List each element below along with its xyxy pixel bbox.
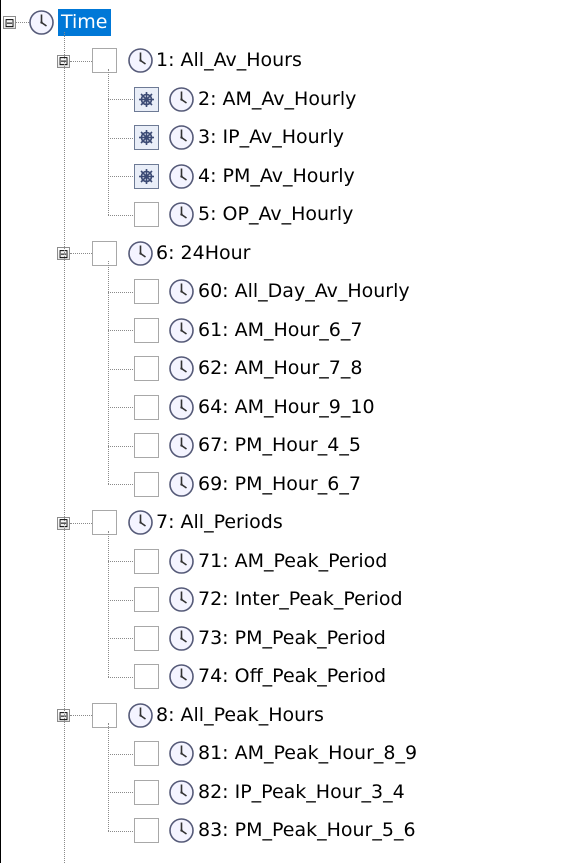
clock-icon bbox=[168, 124, 195, 151]
clock-icon bbox=[168, 663, 195, 690]
tree-leaf-item[interactable]: 73: PM_Peak_Period bbox=[198, 625, 386, 652]
connector bbox=[108, 99, 135, 100]
tree-leaf-item[interactable]: 3: IP_Av_Hourly bbox=[198, 124, 344, 151]
clock-icon bbox=[168, 817, 195, 844]
clock-icon bbox=[127, 240, 154, 267]
item-checkbox[interactable] bbox=[134, 471, 159, 497]
connector bbox=[108, 676, 135, 678]
group-checkbox[interactable] bbox=[92, 702, 117, 728]
clock-icon bbox=[168, 86, 195, 113]
connector bbox=[108, 214, 135, 216]
clock-icon bbox=[28, 9, 55, 36]
connector bbox=[108, 137, 135, 139]
connector bbox=[108, 176, 135, 177]
connector bbox=[70, 522, 92, 524]
item-checkbox[interactable] bbox=[134, 664, 159, 689]
tree-group-item[interactable]: 7: All_Periods bbox=[156, 509, 283, 536]
group-checkbox[interactable] bbox=[92, 48, 117, 73]
clock-icon bbox=[168, 586, 195, 613]
tree-leaf-item[interactable]: 2: AM_Av_Hourly bbox=[198, 86, 356, 113]
connector bbox=[108, 792, 135, 793]
tree-leaf-item[interactable]: 83: PM_Peak_Hour_5_6 bbox=[198, 817, 416, 844]
connector bbox=[108, 291, 135, 293]
item-checkbox[interactable] bbox=[134, 125, 159, 150]
tree-group-item[interactable]: 6: 24Hour bbox=[156, 240, 250, 267]
item-checkbox[interactable] bbox=[134, 818, 159, 843]
tree-leaf-item[interactable]: 72: Inter_Peak_Period bbox=[198, 586, 403, 613]
connector bbox=[108, 830, 135, 832]
item-checkbox[interactable] bbox=[134, 394, 159, 420]
tree-group-item[interactable]: 1: All_Av_Hours bbox=[156, 47, 302, 74]
item-checkbox[interactable] bbox=[134, 356, 159, 381]
connector bbox=[108, 530, 109, 677]
item-checkbox[interactable] bbox=[134, 317, 159, 343]
item-checkbox[interactable] bbox=[134, 86, 159, 112]
connector bbox=[108, 407, 135, 408]
tree-leaf-item[interactable]: 67: PM_Hour_4_5 bbox=[198, 432, 361, 459]
clock-icon bbox=[168, 278, 195, 305]
connector bbox=[108, 599, 135, 601]
tree-leaf-item[interactable]: 71: AM_Peak_Period bbox=[198, 548, 387, 575]
item-checkbox[interactable] bbox=[134, 202, 159, 227]
item-checkbox[interactable] bbox=[134, 779, 159, 805]
group-checkbox[interactable] bbox=[92, 510, 117, 535]
group-checkbox[interactable] bbox=[92, 240, 117, 266]
clock-icon bbox=[168, 432, 195, 459]
tree-leaf-item[interactable]: 74: Off_Peak_Period bbox=[198, 663, 386, 690]
tree-leaf-item[interactable]: 60: All_Day_Av_Hourly bbox=[198, 278, 410, 305]
item-checkbox[interactable] bbox=[134, 433, 159, 458]
connector bbox=[108, 723, 109, 831]
connector bbox=[70, 253, 92, 254]
item-checkbox[interactable] bbox=[134, 741, 159, 766]
clock-icon bbox=[168, 317, 195, 344]
connector bbox=[108, 330, 135, 331]
tree-leaf-item[interactable]: 4: PM_Av_Hourly bbox=[198, 163, 355, 190]
connector bbox=[108, 368, 135, 370]
tree-leaf-item[interactable]: 62: AM_Hour_7_8 bbox=[198, 355, 362, 382]
connector bbox=[108, 753, 135, 755]
tree-group-item[interactable]: 8: All_Peak_Hours bbox=[156, 702, 324, 729]
connector bbox=[108, 261, 109, 484]
clock-icon bbox=[127, 509, 154, 536]
connector bbox=[70, 60, 92, 62]
clock-icon bbox=[168, 201, 195, 228]
clock-icon bbox=[168, 471, 195, 498]
clock-icon bbox=[168, 163, 195, 190]
clock-icon bbox=[168, 355, 195, 382]
item-checkbox[interactable] bbox=[134, 163, 159, 189]
item-checkbox[interactable] bbox=[134, 548, 159, 574]
clock-icon bbox=[168, 740, 195, 767]
tree-leaf-item[interactable]: 69: PM_Hour_6_7 bbox=[198, 471, 361, 498]
tree-leaf-item[interactable]: 64: AM_Hour_9_10 bbox=[198, 394, 375, 421]
connector bbox=[64, 32, 65, 863]
root-expander[interactable]: ⊟ bbox=[3, 16, 16, 29]
clock-icon bbox=[168, 394, 195, 421]
tree-leaf-item[interactable]: 81: AM_Peak_Hour_8_9 bbox=[198, 740, 417, 767]
connector bbox=[108, 445, 135, 447]
connector bbox=[108, 561, 135, 562]
connector bbox=[70, 715, 92, 716]
connector bbox=[108, 638, 135, 639]
clock-icon bbox=[168, 548, 195, 575]
item-checkbox[interactable] bbox=[134, 625, 159, 651]
item-checkbox[interactable] bbox=[134, 279, 159, 304]
tree-leaf-item[interactable]: 5: OP_Av_Hourly bbox=[198, 201, 353, 228]
tree-leaf-item[interactable]: 61: AM_Hour_6_7 bbox=[198, 317, 362, 344]
tree-root-time[interactable]: Time bbox=[58, 8, 111, 36]
connector bbox=[108, 484, 135, 485]
connector bbox=[108, 68, 109, 215]
clock-icon bbox=[168, 779, 195, 806]
clock-icon bbox=[127, 47, 154, 74]
item-checkbox[interactable] bbox=[134, 587, 159, 612]
clock-icon bbox=[127, 702, 154, 729]
tree-leaf-item[interactable]: 82: IP_Peak_Hour_3_4 bbox=[198, 779, 405, 806]
clock-icon bbox=[168, 625, 195, 652]
